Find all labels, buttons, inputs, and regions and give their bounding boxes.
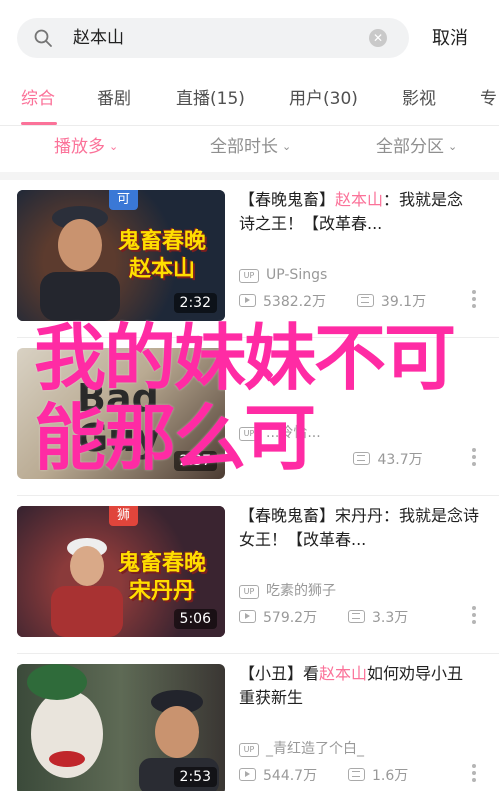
thumbnail-caption: Bad Guy — [77, 376, 161, 460]
chevron-down-icon: ⌄ — [109, 140, 119, 153]
danmaku-icon — [348, 610, 365, 623]
tab-all[interactable]: 综合 — [21, 88, 55, 110]
more-icon[interactable] — [471, 764, 477, 786]
danmaku-count: 43.7万 — [377, 452, 423, 468]
search-header: 赵本山 ✕ 取消 — [0, 0, 499, 76]
video-title[interactable]: 【春晚鬼畜】赵本山：我就是念诗之王！【改革春... — [239, 188, 479, 236]
title-prefix: 【春晚鬼畜】 — [239, 190, 336, 209]
thumbnail-caption: 鬼畜春晚 宋丹丹 — [117, 551, 206, 604]
chevron-down-icon: ⌄ — [448, 140, 458, 153]
tab-live[interactable]: 直播(15) — [176, 88, 245, 110]
uploader-name: ...冷恰... — [266, 425, 321, 441]
up-icon: UP — [239, 743, 259, 757]
tab-bangumi[interactable]: 番剧 — [97, 88, 131, 110]
more-icon[interactable] — [471, 290, 477, 312]
danmaku-count: 3.3万 — [372, 610, 409, 626]
danmaku-icon — [353, 452, 371, 465]
video-duration: 2:32 — [173, 293, 217, 313]
video-title[interactable]: 【小丑】看赵本山如何劝导小丑重获新生 — [239, 662, 479, 710]
video-item[interactable]: 可 鬼畜春晚 赵本山 2:32 【春晚鬼畜】赵本山：我就是念诗之王！【改革春..… — [0, 180, 499, 338]
play-count-icon — [239, 610, 256, 623]
uploader-row[interactable]: UP _青红造了个白_ — [239, 739, 364, 759]
search-input[interactable]: 赵本山 — [73, 27, 124, 49]
clear-icon[interactable]: ✕ — [369, 29, 387, 47]
danmaku-icon — [348, 768, 365, 781]
play-count-icon — [239, 294, 256, 307]
filter-sort-label: 播放多 — [54, 137, 105, 157]
video-item[interactable]: Bad Guy 2:37 UP ...冷恰... 43.7万 — [0, 338, 499, 496]
thumbnail-caption: 鬼畜春晚 赵本山 — [117, 229, 206, 282]
video-item[interactable]: 狮 鬼畜春晚 宋丹丹 5:06 【春晚鬼畜】宋丹丹：我就是念诗女王！【改革春..… — [0, 496, 499, 654]
uploader-row[interactable]: UP UP-Sings — [239, 265, 327, 285]
up-icon: UP — [239, 585, 259, 599]
up-icon: UP — [239, 427, 259, 441]
title-highlight: 赵本山 — [335, 190, 384, 209]
uploader-row[interactable]: UP 吃素的狮子 — [239, 581, 336, 601]
filter-sort[interactable]: 播放多 ⌄ — [54, 136, 118, 158]
divider — [0, 172, 499, 180]
filter-zone-label: 全部分区 — [376, 137, 444, 157]
uploader-name: _青红造了个白_ — [266, 741, 364, 757]
chevron-down-icon: ⌄ — [282, 140, 292, 153]
play-count: 544.7万 — [263, 768, 318, 784]
search-box[interactable]: 赵本山 ✕ — [17, 18, 409, 58]
filter-duration[interactable]: 全部时长 ⌄ — [210, 136, 291, 158]
tab-film[interactable]: 影视 — [402, 88, 436, 110]
play-count-icon — [239, 768, 256, 781]
video-badge: 可 — [109, 190, 139, 210]
danmaku-count: 1.6万 — [372, 768, 409, 784]
filter-duration-label: 全部时长 — [210, 137, 278, 157]
tab-column[interactable]: 专 — [480, 88, 497, 110]
video-title[interactable]: 【春晚鬼畜】宋丹丹：我就是念诗女王！【改革春... — [239, 504, 479, 552]
video-item[interactable]: 2:53 【小丑】看赵本山如何劝导小丑重获新生 UP _青红造了个白_ 544.7… — [0, 654, 499, 791]
stats-row: 43.7万 — [239, 450, 423, 470]
danmaku-icon — [356, 294, 374, 307]
uploader-name: 吃素的狮子 — [266, 583, 336, 599]
tab-indicator — [21, 122, 57, 125]
tab-users[interactable]: 用户(30) — [289, 88, 358, 110]
video-badge: 狮 — [109, 506, 139, 526]
uploader-row[interactable]: UP ...冷恰... — [239, 423, 321, 443]
more-icon[interactable] — [471, 448, 477, 470]
more-icon[interactable] — [471, 606, 477, 628]
up-icon: UP — [239, 269, 259, 283]
filter-bar: 播放多 ⌄ 全部时长 ⌄ 全部分区 ⌄ — [0, 126, 499, 172]
video-thumbnail[interactable]: Bad Guy 2:37 — [17, 348, 225, 479]
video-thumbnail[interactable]: 可 鬼畜春晚 赵本山 2:32 — [17, 190, 225, 321]
filter-zone[interactable]: 全部分区 ⌄ — [376, 136, 457, 158]
stats-row: 579.2万 3.3万 — [239, 608, 408, 628]
video-duration: 2:53 — [173, 767, 217, 787]
video-duration: 2:37 — [173, 451, 217, 471]
title-highlight: 赵本山 — [319, 664, 368, 683]
video-thumbnail[interactable]: 狮 鬼畜春晚 宋丹丹 5:06 — [17, 506, 225, 637]
danmaku-count: 39.1万 — [380, 294, 427, 310]
stats-row: 544.7万 1.6万 — [239, 766, 408, 786]
cancel-button[interactable]: 取消 — [432, 27, 468, 51]
uploader-name: UP-Sings — [266, 267, 328, 283]
search-icon — [34, 29, 52, 47]
title-prefix: 【小丑】看 — [239, 664, 320, 683]
play-count: 5382.2万 — [263, 294, 326, 310]
play-count: 579.2万 — [263, 610, 318, 626]
video-thumbnail[interactable]: 2:53 — [17, 664, 225, 791]
stats-row: 5382.2万 39.1万 — [239, 292, 426, 312]
video-duration: 5:06 — [173, 609, 217, 629]
category-tabs: 综合 番剧 直播(15) 用户(30) 影视 专 — [0, 76, 499, 126]
